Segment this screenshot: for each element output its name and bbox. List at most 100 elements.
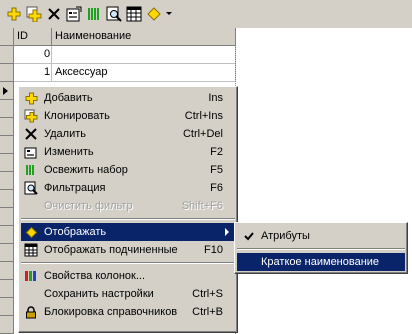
edit-icon [22, 143, 40, 161]
menu-item-shortcut: Ctrl+Ins [184, 110, 223, 122]
submenu-item-label: Краткое наименование [261, 256, 380, 268]
column-header-name[interactable]: Наименование [52, 28, 236, 46]
context-menu: Добавить Ins Клонировать Ctrl+Ins Удалит… [18, 86, 238, 333]
row-indicator[interactable] [0, 190, 14, 208]
menu-item-shortcut: F10 [204, 244, 223, 256]
menu-item-refresh[interactable]: Освежить набор F5 [21, 161, 235, 179]
edit-icon [66, 6, 81, 22]
row-indicator[interactable] [0, 244, 14, 262]
menu-item-shortcut: Ctrl+B [192, 306, 223, 318]
row-indicator[interactable] [0, 136, 14, 154]
cell-text: Аксессуар [55, 66, 108, 78]
table-cell-id[interactable]: 0 [14, 46, 52, 64]
menu-item-label: Удалить [44, 128, 86, 140]
add-button[interactable] [4, 3, 23, 25]
menu-item-show-children[interactable]: Отображать подчиненные F10 [21, 241, 235, 259]
row-indicator[interactable] [0, 154, 14, 172]
refresh-icon [22, 161, 40, 179]
row-indicator[interactable] [0, 46, 14, 64]
column-header-id[interactable]: ID [14, 28, 52, 46]
menu-item-label: Добавить [44, 92, 93, 104]
menu-item-display[interactable]: Отображать [21, 223, 235, 241]
menu-item-shortcut: F2 [210, 146, 223, 158]
chevron-down-icon [166, 12, 172, 15]
submenu-item-label: Атрибуты [261, 230, 310, 242]
current-row-arrow-icon [3, 87, 8, 95]
menu-item-shortcut: Shift+F6 [181, 200, 223, 212]
row-indicator[interactable] [0, 64, 14, 82]
menu-item-label: Клонировать [44, 110, 110, 122]
menu-item-shortcut: F5 [210, 164, 223, 176]
menu-item-label: Отображать подчиненные [44, 244, 178, 256]
table-cell-name[interactable] [52, 46, 236, 64]
menu-item-clear-filter: Очистить фильтр Shift+F6 [21, 197, 235, 215]
display-icon [22, 223, 40, 241]
filter-button[interactable] [104, 3, 123, 25]
menu-item-label: Сохранить настройки [44, 288, 154, 300]
check-icon [240, 227, 258, 245]
display-submenu: Атрибуты Краткое наименование [234, 222, 408, 274]
row-indicator[interactable] [0, 226, 14, 244]
column-props-icon [22, 267, 40, 285]
show-children-icon [22, 241, 40, 259]
current-row-indicator[interactable] [0, 82, 14, 100]
column-header-label: Наименование [55, 30, 132, 42]
column-header-label: ID [17, 30, 28, 42]
edit-button[interactable] [64, 3, 83, 25]
delete-button[interactable] [44, 3, 63, 25]
menu-item-shortcut: F6 [210, 182, 223, 194]
menu-item-clone[interactable]: Клонировать Ctrl+Ins [21, 107, 235, 125]
menu-item-add[interactable]: Добавить Ins [21, 89, 235, 107]
row-indicator[interactable] [0, 262, 14, 280]
menu-item-edit[interactable]: Изменить F2 [21, 143, 235, 161]
menu-item-label: Блокировка справочников [44, 306, 178, 318]
row-indicator[interactable] [0, 316, 14, 334]
refresh-icon [87, 8, 99, 20]
add-icon [7, 7, 20, 21]
menu-item-label: Фильтрация [44, 182, 106, 194]
menu-separator [21, 262, 235, 264]
menu-item-lock-directories[interactable]: Блокировка справочников Ctrl+B [21, 303, 235, 321]
cell-text: 1 [44, 66, 51, 78]
menu-item-save-settings[interactable]: Сохранить настройки Ctrl+S [21, 285, 235, 303]
display-icon [146, 7, 161, 21]
row-indicator[interactable] [0, 100, 14, 118]
header-indicator-cell [0, 28, 14, 46]
submenu-item-short-name[interactable]: Краткое наименование [237, 253, 405, 271]
menu-item-filter[interactable]: Фильтрация F6 [21, 179, 235, 197]
submenu-arrow-icon [225, 228, 229, 236]
lock-icon [22, 303, 40, 321]
row-indicator[interactable] [0, 118, 14, 136]
row-indicator[interactable] [0, 208, 14, 226]
add-icon [22, 89, 40, 107]
menu-item-shortcut: Ctrl+Del [182, 128, 223, 140]
row-indicator[interactable] [0, 172, 14, 190]
display-button[interactable] [144, 3, 163, 25]
menu-item-shortcut: Ctrl+S [192, 288, 223, 300]
clone-button[interactable] [24, 3, 43, 25]
menu-separator [21, 218, 235, 220]
menu-item-label: Очистить фильтр [44, 200, 133, 212]
table-cell-name[interactable]: Аксессуар [52, 64, 236, 82]
menu-separator [237, 248, 405, 250]
menu-item-label: Свойства колонок... [44, 270, 146, 282]
row-indicator[interactable] [0, 298, 14, 316]
show-children-button[interactable] [124, 3, 143, 25]
row-indicator[interactable] [0, 280, 14, 298]
menu-item-delete[interactable]: Удалить Ctrl+Del [21, 125, 235, 143]
menu-item-column-properties[interactable]: Свойства колонок... [21, 267, 235, 285]
display-dropdown-button[interactable] [164, 3, 174, 25]
toolbar [0, 0, 412, 28]
refresh-button[interactable] [84, 3, 103, 25]
clone-icon [22, 107, 40, 125]
menu-item-label: Изменить [44, 146, 94, 158]
filter-icon [22, 179, 40, 197]
submenu-item-attributes[interactable]: Атрибуты [237, 227, 405, 245]
table-cell-id[interactable]: 1 [14, 64, 52, 82]
menu-item-label: Отображать [44, 226, 107, 238]
clone-icon [26, 6, 41, 22]
show-children-icon [126, 6, 141, 22]
delete-icon [22, 125, 40, 143]
filter-icon [106, 6, 122, 22]
menu-item-label: Освежить набор [44, 164, 128, 176]
